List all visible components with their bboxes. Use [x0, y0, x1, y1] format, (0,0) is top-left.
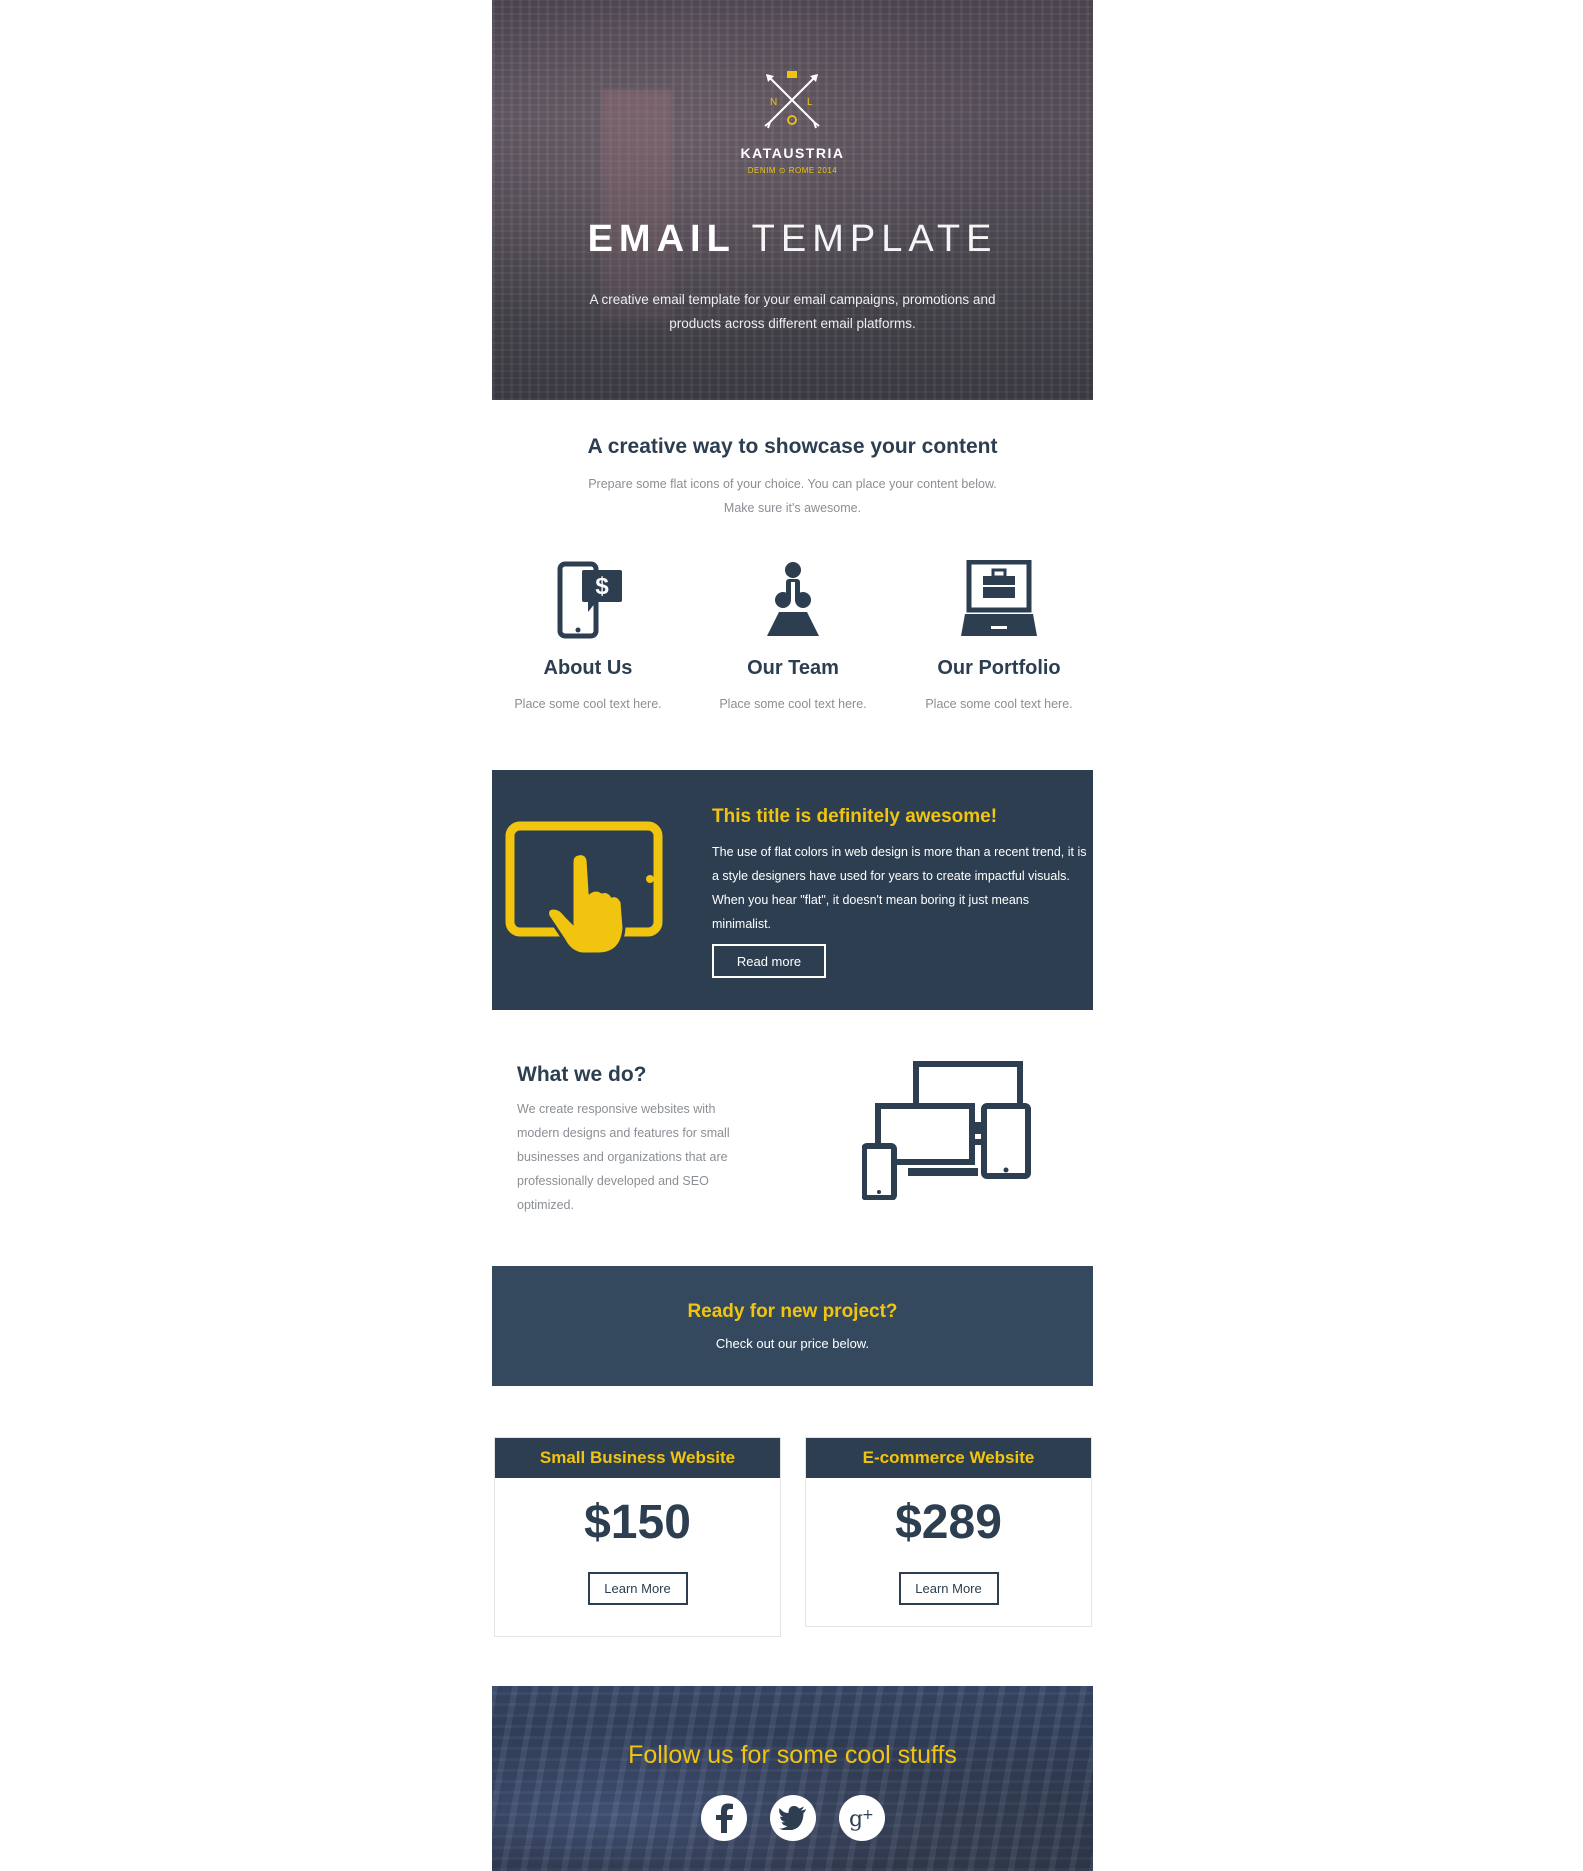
portfolio-laptop-icon	[961, 559, 1037, 636]
hero-title-bold: EMAIL	[587, 218, 736, 260]
price-card-ecommerce: E-commerce Website $289 Learn More	[805, 1437, 1092, 1627]
svg-text:$: $	[595, 573, 609, 600]
team-icon	[767, 562, 819, 636]
cta-text: Check out our price below.	[715, 1336, 870, 1351]
learn-more-button[interactable]: Learn More	[587, 1572, 688, 1605]
hero-banner: N L KATAUSTRIA DENIM ⊙ ROME 2014 EMAIL T…	[492, 0, 1093, 400]
price-card-title: Small Business Website	[495, 1438, 780, 1478]
what-we-do-title: What we do?	[517, 1063, 647, 1086]
twitter-icon[interactable]	[770, 1795, 816, 1841]
what-we-do-text: We create responsive websites with moder…	[517, 1102, 730, 1212]
promo-title: This title is definitely awesome!	[712, 806, 998, 827]
price-value: $289	[895, 1496, 1002, 1549]
feature-about-us: $ About Us Place some cool text here.	[508, 560, 668, 716]
email-template: N L KATAUSTRIA DENIM ⊙ ROME 2014 EMAIL T…	[492, 0, 1093, 1871]
logo-letter-n: N	[770, 97, 777, 108]
hero-title-light: TEMPLATE	[751, 218, 998, 260]
feature-our-portfolio: Our Portfolio Place some cool text here.	[919, 559, 1079, 716]
feature-our-team: Our Team Place some cool text here.	[713, 560, 873, 716]
footer-title: Follow us for some cool stuffs	[628, 1741, 957, 1769]
logo-letter-l: L	[807, 97, 813, 108]
feature-title: Our Portfolio	[937, 657, 1061, 679]
responsive-devices-icon	[862, 1061, 1031, 1200]
svg-text:g: g	[849, 1807, 863, 1832]
price-value: $150	[584, 1496, 691, 1549]
price-card-title: E-commerce Website	[806, 1438, 1091, 1478]
intro-text: Prepare some flat icons of your choice. …	[588, 477, 997, 515]
feature-text: Place some cool text here.	[514, 697, 662, 711]
read-more-button[interactable]: Read more	[712, 944, 826, 978]
intro-title: A creative way to showcase your content	[587, 435, 998, 458]
feature-text: Place some cool text here.	[719, 697, 867, 711]
mobile-dollar-icon: $	[557, 561, 622, 639]
promo-text: The use of flat colors in web design is …	[712, 845, 1087, 931]
tablet-touch-icon	[505, 821, 663, 956]
hero-description: A creative email template for your email…	[589, 292, 996, 331]
brand-subtitle: DENIM ⊙ ROME 2014	[747, 166, 838, 175]
cta-section	[492, 1266, 1093, 1386]
svg-text:+: +	[862, 1807, 874, 1823]
hero-title: EMAIL TEMPLATE	[492, 218, 1093, 261]
feature-title: Our Team	[747, 657, 839, 679]
facebook-icon[interactable]	[701, 1795, 747, 1841]
facebook-glyph-icon	[716, 1803, 733, 1833]
brand-name: KATAUSTRIA	[740, 145, 845, 161]
price-card-small-business: Small Business Website $150 Learn More	[494, 1437, 781, 1637]
learn-more-button[interactable]: Learn More	[898, 1572, 999, 1605]
feature-text: Place some cool text here.	[925, 697, 1073, 711]
brand-logo-icon: N L	[764, 71, 820, 129]
footer-section	[492, 1686, 1093, 1871]
feature-title: About Us	[543, 657, 633, 679]
google-plus-glyph-icon: g +	[849, 1807, 874, 1832]
google-plus-icon[interactable]: g +	[839, 1795, 885, 1841]
twitter-bird-icon	[779, 1806, 806, 1830]
cta-title: Ready for new project?	[687, 1301, 898, 1322]
